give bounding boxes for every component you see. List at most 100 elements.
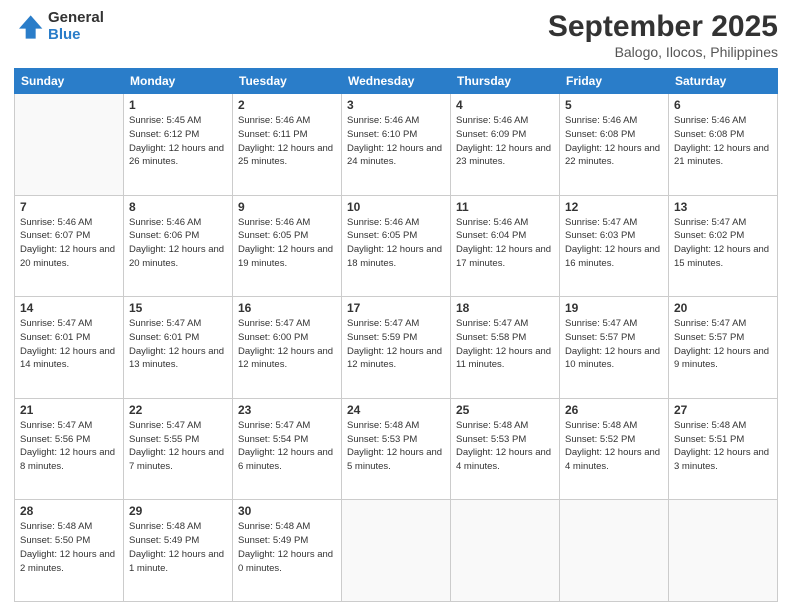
table-row: 29Sunrise: 5:48 AMSunset: 5:49 PMDayligh…: [124, 500, 233, 602]
day-number: 24: [347, 403, 445, 417]
day-detail: Sunrise: 5:48 AMSunset: 5:53 PMDaylight:…: [347, 419, 445, 474]
table-row: 21Sunrise: 5:47 AMSunset: 5:56 PMDayligh…: [15, 398, 124, 500]
location-subtitle: Balogo, Ilocos, Philippines: [548, 44, 778, 60]
logo-text: General Blue: [48, 10, 104, 43]
day-number: 5: [565, 98, 663, 112]
day-detail: Sunrise: 5:46 AMSunset: 6:07 PMDaylight:…: [20, 216, 118, 271]
day-detail: Sunrise: 5:46 AMSunset: 6:09 PMDaylight:…: [456, 114, 554, 169]
table-row: 26 Sunrise: 5:48 AMSunset: 5:52 PMDayligh…: [560, 398, 669, 500]
table-row: 17 Sunrise: 5:47 AMSunset: 5:59 PMDayligh…: [342, 297, 451, 399]
day-number: 8: [129, 200, 227, 214]
day-number: 25: [456, 403, 554, 417]
day-detail: Sunrise: 5:46 AMSunset: 6:05 PMDaylight:…: [238, 216, 336, 271]
table-row: 7 Sunrise: 5:46 AMSunset: 6:07 PMDaylight…: [15, 195, 124, 297]
logo-blue: Blue: [48, 27, 104, 44]
table-row: [560, 500, 669, 602]
table-row: 27Sunrise: 5:48 AMSunset: 5:51 PMDayligh…: [669, 398, 778, 500]
table-row: 24 Sunrise: 5:48 AMSunset: 5:53 PMDayligh…: [342, 398, 451, 500]
day-detail: Sunrise: 5:47 AMSunset: 6:01 PMDaylight:…: [20, 317, 118, 372]
col-tuesday: Tuesday: [233, 69, 342, 94]
day-number: 6: [674, 98, 772, 112]
calendar-week-4: 21Sunrise: 5:47 AMSunset: 5:56 PMDayligh…: [15, 398, 778, 500]
day-number: 26: [565, 403, 663, 417]
month-title: September 2025: [548, 10, 778, 44]
day-number: 16: [238, 301, 336, 315]
col-thursday: Thursday: [451, 69, 560, 94]
calendar-week-1: 1 Sunrise: 5:45 AMSunset: 6:12 PMDaylight…: [15, 94, 778, 196]
table-row: 10 Sunrise: 5:46 AMSunset: 6:05 PMDayligh…: [342, 195, 451, 297]
table-row: 14 Sunrise: 5:47 AMSunset: 6:01 PMDayligh…: [15, 297, 124, 399]
day-number: 12: [565, 200, 663, 214]
table-row: 11 Sunrise: 5:46 AMSunset: 6:04 PMDayligh…: [451, 195, 560, 297]
calendar-table: Sunday Monday Tuesday Wednesday Thursday…: [14, 68, 778, 602]
header: General Blue September 2025 Balogo, Iloc…: [14, 10, 778, 60]
day-number: 10: [347, 200, 445, 214]
table-row: 15 Sunrise: 5:47 AMSunset: 6:01 PMDayligh…: [124, 297, 233, 399]
logo: General Blue: [14, 10, 104, 43]
day-number: 30: [238, 504, 336, 518]
day-number: 27: [674, 403, 772, 417]
col-wednesday: Wednesday: [342, 69, 451, 94]
day-detail: Sunrise: 5:47 AMSunset: 5:59 PMDaylight:…: [347, 317, 445, 372]
day-detail: Sunrise: 5:47 AMSunset: 5:57 PMDaylight:…: [674, 317, 772, 372]
calendar-week-2: 7 Sunrise: 5:46 AMSunset: 6:07 PMDaylight…: [15, 195, 778, 297]
day-number: 18: [456, 301, 554, 315]
col-sunday: Sunday: [15, 69, 124, 94]
day-number: 23: [238, 403, 336, 417]
title-section: September 2025 Balogo, Ilocos, Philippin…: [548, 10, 778, 60]
day-detail: Sunrise: 5:46 AMSunset: 6:08 PMDaylight:…: [565, 114, 663, 169]
day-number: 1: [129, 98, 227, 112]
table-row: 13 Sunrise: 5:47 AMSunset: 6:02 PMDayligh…: [669, 195, 778, 297]
day-number: 19: [565, 301, 663, 315]
day-number: 17: [347, 301, 445, 315]
day-number: 20: [674, 301, 772, 315]
day-detail: Sunrise: 5:47 AMSunset: 5:56 PMDaylight:…: [20, 419, 118, 474]
table-row: 20 Sunrise: 5:47 AMSunset: 5:57 PMDayligh…: [669, 297, 778, 399]
day-number: 22: [129, 403, 227, 417]
logo-icon: [14, 12, 44, 42]
day-detail: Sunrise: 5:47 AMSunset: 5:55 PMDaylight:…: [129, 419, 227, 474]
day-number: 15: [129, 301, 227, 315]
table-row: [451, 500, 560, 602]
day-number: 3: [347, 98, 445, 112]
day-number: 4: [456, 98, 554, 112]
header-row: Sunday Monday Tuesday Wednesday Thursday…: [15, 69, 778, 94]
logo-general: General: [48, 10, 104, 27]
table-row: 6 Sunrise: 5:46 AMSunset: 6:08 PMDaylight…: [669, 94, 778, 196]
day-number: 14: [20, 301, 118, 315]
page: General Blue September 2025 Balogo, Iloc…: [0, 0, 792, 612]
day-detail: Sunrise: 5:47 AMSunset: 6:01 PMDaylight:…: [129, 317, 227, 372]
day-number: 11: [456, 200, 554, 214]
day-detail: Sunrise: 5:48 AMSunset: 5:49 PMDaylight:…: [129, 520, 227, 575]
day-detail: Sunrise: 5:45 AMSunset: 6:12 PMDaylight:…: [129, 114, 227, 169]
table-row: 2 Sunrise: 5:46 AMSunset: 6:11 PMDaylight…: [233, 94, 342, 196]
day-detail: Sunrise: 5:46 AMSunset: 6:11 PMDaylight:…: [238, 114, 336, 169]
table-row: 22 Sunrise: 5:47 AMSunset: 5:55 PMDayligh…: [124, 398, 233, 500]
table-row: 16 Sunrise: 5:47 AMSunset: 6:00 PMDayligh…: [233, 297, 342, 399]
day-detail: Sunrise: 5:46 AMSunset: 6:05 PMDaylight:…: [347, 216, 445, 271]
table-row: 25 Sunrise: 5:48 AMSunset: 5:53 PMDayligh…: [451, 398, 560, 500]
table-row: 9 Sunrise: 5:46 AMSunset: 6:05 PMDaylight…: [233, 195, 342, 297]
day-detail: Sunrise: 5:46 AMSunset: 6:06 PMDaylight:…: [129, 216, 227, 271]
day-number: 13: [674, 200, 772, 214]
table-row: 19Sunrise: 5:47 AMSunset: 5:57 PMDayligh…: [560, 297, 669, 399]
table-row: 1 Sunrise: 5:45 AMSunset: 6:12 PMDaylight…: [124, 94, 233, 196]
table-row: 23Sunrise: 5:47 AMSunset: 5:54 PMDayligh…: [233, 398, 342, 500]
table-row: 8 Sunrise: 5:46 AMSunset: 6:06 PMDaylight…: [124, 195, 233, 297]
day-detail: Sunrise: 5:48 AMSunset: 5:52 PMDaylight:…: [565, 419, 663, 474]
table-row: [342, 500, 451, 602]
day-detail: Sunrise: 5:47 AMSunset: 5:58 PMDaylight:…: [456, 317, 554, 372]
day-number: 2: [238, 98, 336, 112]
day-detail: Sunrise: 5:48 AMSunset: 5:53 PMDaylight:…: [456, 419, 554, 474]
day-detail: Sunrise: 5:48 AMSunset: 5:50 PMDaylight:…: [20, 520, 118, 575]
day-number: 7: [20, 200, 118, 214]
day-detail: Sunrise: 5:46 AMSunset: 6:04 PMDaylight:…: [456, 216, 554, 271]
day-number: 28: [20, 504, 118, 518]
calendar-week-5: 28 Sunrise: 5:48 AMSunset: 5:50 PMDayligh…: [15, 500, 778, 602]
day-detail: Sunrise: 5:46 AMSunset: 6:08 PMDaylight:…: [674, 114, 772, 169]
table-row: 5 Sunrise: 5:46 AMSunset: 6:08 PMDaylight…: [560, 94, 669, 196]
day-number: 9: [238, 200, 336, 214]
day-detail: Sunrise: 5:47 AMSunset: 6:00 PMDaylight:…: [238, 317, 336, 372]
day-detail: Sunrise: 5:47 AMSunset: 6:02 PMDaylight:…: [674, 216, 772, 271]
day-detail: Sunrise: 5:46 AMSunset: 6:10 PMDaylight:…: [347, 114, 445, 169]
